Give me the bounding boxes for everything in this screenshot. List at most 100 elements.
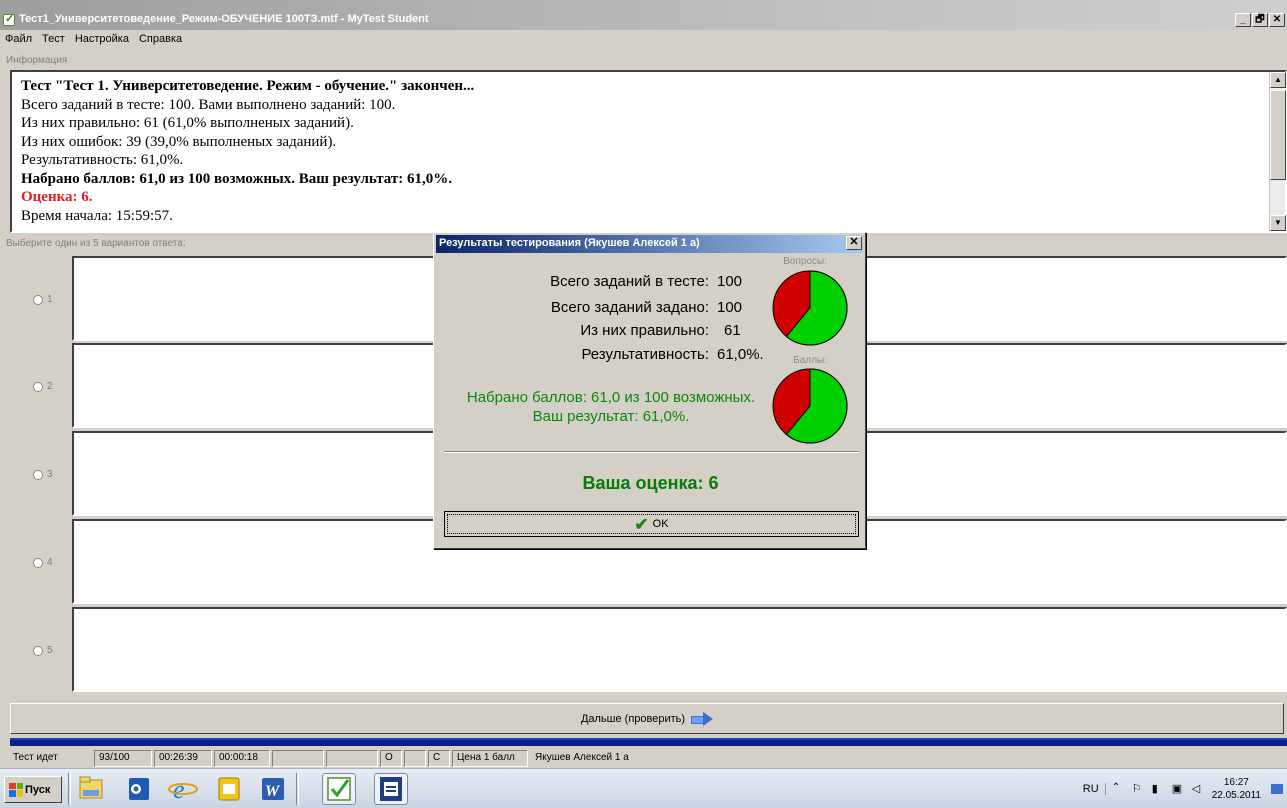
outlook-calendar-icon[interactable] [212, 773, 246, 805]
dialog-title: Результаты тестирования (Якушев Алексей … [436, 235, 863, 253]
answers-section-label: Выберите один из 5 вариантов ответа: [6, 238, 186, 249]
score-result: Ваш результат: 61,0%. [532, 408, 690, 425]
status-user: Якушев Алексей 1 а [535, 752, 629, 763]
status-empty-2 [326, 750, 378, 767]
status-o: О [380, 750, 402, 767]
radio-icon[interactable] [33, 558, 43, 568]
taskbar-separator [296, 773, 299, 805]
word-icon[interactable]: W [256, 773, 290, 805]
statusbar: Тест идет 93/100 00:26:39 00:00:18 О С Ц… [0, 749, 1287, 768]
answer-number: 2 [47, 381, 53, 392]
show-desktop-icon[interactable] [1271, 784, 1283, 794]
info-score: Набрано баллов: 61,0 из 100 возможных. В… [21, 170, 453, 187]
mytest-app-icon [3, 12, 15, 26]
checkmark-icon: ✔ [634, 514, 649, 534]
stat-value: 100 [717, 273, 743, 290]
info-section-label: Информация [6, 55, 68, 66]
clock-date: 22.05.2011 [1211, 790, 1261, 801]
svg-text:e: e [173, 775, 185, 804]
info-panel[interactable]: Тест "Тест 1. Университетоведение. Режим… [10, 70, 1287, 233]
answer-text-box[interactable] [72, 607, 1287, 692]
dialog-divider [444, 451, 859, 453]
status-progress: 93/100 [94, 750, 152, 767]
status-question-time: 00:00:18 [214, 750, 270, 767]
minimize-button[interactable]: _ [1235, 13, 1251, 27]
answer-number: 5 [47, 645, 53, 656]
system-tray: RU ⌃ ⚐ ▮ ▣ ◁ 16:27 22.05.2011 [1083, 771, 1287, 807]
restore-button[interactable]: 🗗 [1252, 13, 1268, 27]
radio-icon[interactable] [33, 646, 43, 656]
info-scrollbar[interactable]: ▲ ▼ [1269, 72, 1286, 231]
radio-icon[interactable] [33, 382, 43, 392]
info-efficiency: Результативность: 61,0%. [21, 152, 184, 168]
status-empty-3 [404, 750, 426, 767]
stat-value: 61 [724, 322, 741, 339]
info-correct: Из них правильно: 61 (61,0% выполненых з… [21, 115, 354, 131]
info-test-finished: Тест "Тест 1. Университетоведение. Режим… [21, 78, 475, 94]
ok-button[interactable]: ✔ OK [444, 511, 859, 537]
dialog-close-icon[interactable]: ✕ [846, 236, 862, 250]
ok-label: OK [652, 518, 669, 530]
volume-icon[interactable]: ◁ [1192, 782, 1206, 796]
stat-label: Всего заданий в тесте: [550, 273, 709, 290]
grade-text: Ваша оценка: 6 [582, 473, 719, 493]
score-pie-chart [772, 368, 848, 444]
window-titlebar: Тест1_Университетоведение_Режим-ОБУЧЕНИЕ… [0, 0, 1287, 30]
test-progress-bar [10, 738, 1287, 746]
start-label: Пуск [25, 783, 51, 796]
next-check-button[interactable]: Дальше (проверить) [10, 703, 1284, 734]
menu-settings[interactable]: Настройка [70, 31, 134, 49]
info-start-time: Время начала: 15:59:57. [21, 207, 173, 224]
menu-file[interactable]: Файл [0, 31, 37, 49]
info-text: Тест "Тест 1. Университетоведение. Режим… [21, 77, 474, 225]
windows-flag-icon [9, 782, 23, 797]
clock-time: 16:27 [1223, 777, 1249, 788]
answer-number: 3 [47, 469, 53, 480]
taskbar: Пуск e W RU ⌃ ⚐ ▮ ▣ ◁ 16:27 22.05.2011 [0, 768, 1287, 808]
action-center-flag-icon[interactable]: ⚐ [1132, 782, 1146, 796]
power-icon[interactable]: ▮ [1152, 782, 1166, 796]
status-empty-1 [272, 750, 324, 767]
file-explorer-icon[interactable] [74, 773, 108, 805]
svg-text:W: W [265, 783, 281, 800]
network-icon[interactable]: ▣ [1172, 782, 1186, 796]
scroll-down-icon[interactable]: ▼ [1270, 215, 1286, 231]
info-errors: Из них ошибок: 39 (39,0% выполненых зада… [21, 133, 337, 150]
stat-value: 100 [717, 299, 743, 316]
score-summary: Набрано баллов: 61,0 из 100 возможных. [466, 389, 756, 406]
questions-pie-chart [772, 270, 848, 346]
menu-test[interactable]: Тест [37, 31, 70, 49]
answer-number: 1 [47, 294, 53, 305]
stat-value: 61,0%. [717, 346, 764, 363]
mytest-icon[interactable] [322, 773, 356, 805]
info-total-tasks: Всего заданий в тесте: 100. Вами выполне… [21, 96, 396, 113]
answer-option-5[interactable]: 5 [10, 607, 1287, 692]
scroll-up-icon[interactable]: ▲ [1270, 72, 1286, 88]
status-elapsed: 00:26:39 [154, 750, 212, 767]
language-indicator[interactable]: RU [1083, 783, 1106, 795]
clock[interactable]: 16:27 22.05.2011 [1212, 776, 1261, 802]
status-state: Тест идет [13, 752, 58, 763]
start-button[interactable]: Пуск [4, 776, 62, 803]
menubar: Файл Тест Настройка Справка [0, 31, 1287, 49]
scroll-thumb[interactable] [1270, 90, 1286, 180]
status-price: Цена 1 балл [452, 750, 528, 767]
window-title: Тест1_Университетоведение_Режим-ОБУЧЕНИЕ… [19, 13, 429, 25]
arrow-right-icon [691, 711, 714, 726]
stat-label: Всего заданий задано: [550, 299, 709, 316]
show-hidden-icons-icon[interactable]: ⌃ [1112, 782, 1126, 796]
radio-icon[interactable] [33, 295, 43, 305]
outlook-icon[interactable] [122, 773, 156, 805]
close-window-button[interactable]: ✕ [1269, 13, 1285, 27]
pie-questions-caption: Вопросы: [783, 256, 827, 267]
menu-help[interactable]: Справка [134, 31, 187, 49]
answer-number: 4 [47, 557, 53, 568]
window-controls: _ 🗗 ✕ [1235, 13, 1285, 27]
next-button-label: Дальше (проверить) [580, 712, 686, 725]
stat-label: Из них правильно: [580, 322, 709, 339]
internet-explorer-icon[interactable]: e [166, 773, 200, 805]
status-c: С [428, 750, 450, 767]
document-icon[interactable] [374, 773, 408, 805]
pie-score-caption: Баллы: [793, 355, 827, 366]
radio-icon[interactable] [33, 470, 43, 480]
